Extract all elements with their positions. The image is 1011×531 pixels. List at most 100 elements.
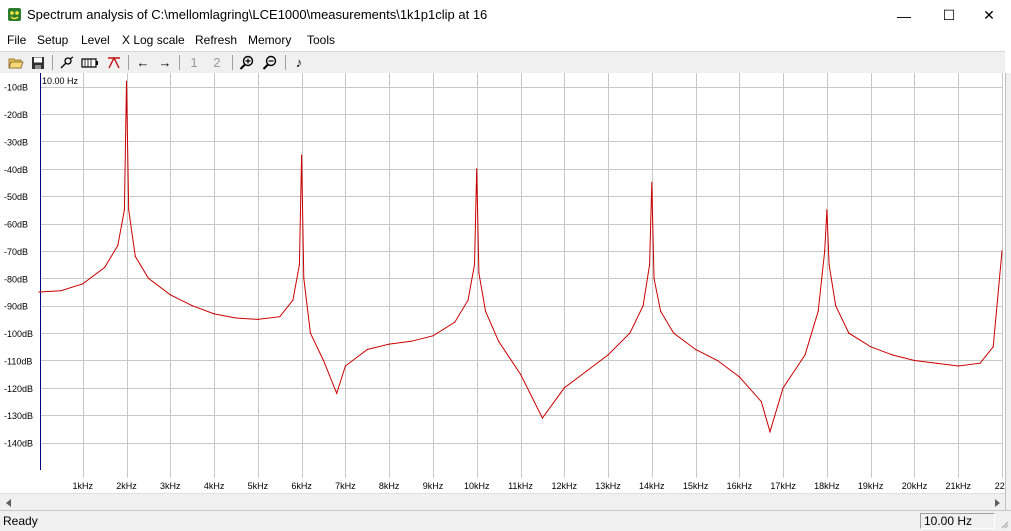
zoom-in-button[interactable]	[237, 53, 257, 72]
x-tick-label: 12kHz	[552, 481, 578, 491]
cursor-readout: 10.00 Hz	[42, 76, 79, 86]
x-tick-label: 14kHz	[639, 481, 665, 491]
music-note-icon: ♪	[295, 55, 303, 70]
spectrum-point	[60, 290, 62, 292]
menu-level[interactable]: Level	[79, 32, 112, 48]
x-tick-label: 5kHz	[248, 481, 269, 491]
minimize-button[interactable]: —	[881, 0, 927, 31]
spectrum-chart[interactable]: -10dB -20dB -30dB -40dB -50dB -60dB -70dB -80dB…	[0, 73, 1010, 493]
battery-icon	[81, 57, 98, 68]
toolbar-separator	[128, 55, 129, 70]
menu-bar: File Setup Level X Log scale Refresh Mem…	[0, 31, 1011, 51]
spectrum-point	[769, 431, 771, 433]
title-bar: Spectrum analysis of C:\mellomlagring\LC…	[0, 0, 1011, 31]
spectrum-point	[651, 181, 653, 184]
spectrum-point	[957, 365, 959, 367]
x-tick-label: 19kHz	[858, 481, 884, 491]
spectrum-point	[716, 359, 719, 362]
save-button[interactable]	[28, 53, 48, 72]
toolbar-separator	[179, 55, 180, 70]
spectrum-point	[213, 313, 215, 315]
x-tick-label: 1kHz	[73, 481, 94, 491]
spectrum-point	[432, 335, 434, 337]
spectrum-point	[484, 310, 487, 312]
x-tick-label: 4kHz	[204, 481, 225, 491]
spectrum-point	[498, 340, 500, 342]
spectrum-point	[835, 305, 837, 307]
forward-arrow-icon: →	[158, 55, 172, 70]
y-tick-label: -140dB	[4, 439, 33, 449]
sound-button[interactable]: ♪	[289, 53, 309, 72]
spectrum-point	[782, 387, 784, 389]
spectrum-point	[642, 305, 644, 307]
spectrum-point	[467, 299, 469, 301]
y-tick-label: -90dB	[4, 302, 28, 312]
y-tick-label: -120dB	[4, 384, 33, 394]
y-tick-label: -70dB	[4, 247, 28, 257]
scroll-right-icon	[994, 498, 1000, 507]
spectrum-point	[476, 168, 478, 170]
menu-refresh[interactable]: Refresh	[193, 32, 239, 48]
spectrum-point	[519, 373, 522, 375]
spectrum-point	[303, 277, 305, 279]
menu-tools[interactable]: Tools	[305, 32, 337, 48]
y-tick-label: -110dB	[4, 356, 32, 366]
status-bar: Ready 10.00 Hz	[0, 510, 1011, 531]
menu-setup[interactable]: Setup	[35, 32, 70, 48]
battery-button[interactable]	[80, 53, 100, 72]
open-button[interactable]	[6, 53, 26, 72]
x-tick-label: 21kHz	[945, 481, 971, 491]
y-tick-label: -100dB	[4, 329, 33, 339]
spectrum-point	[979, 362, 981, 364]
channel-1-button[interactable]: 1	[184, 53, 204, 72]
spectrum-point	[992, 346, 994, 348]
probe-icon	[60, 55, 74, 68]
toolbar-separator	[52, 55, 53, 70]
menu-memory[interactable]: Memory	[246, 32, 293, 48]
spectrum-point	[147, 277, 149, 279]
spectrum-point	[322, 359, 325, 362]
spectrum-point	[585, 370, 587, 372]
zoom-out-button[interactable]	[260, 53, 280, 72]
spectrum-point	[117, 244, 119, 247]
spectrum-point	[309, 332, 311, 334]
minimize-icon: —	[897, 7, 911, 24]
menu-x-log-scale[interactable]: X Log scale	[120, 32, 187, 48]
horizontal-scrollbar[interactable]	[0, 493, 1005, 511]
spectrum-point	[388, 343, 390, 345]
spectrum-point	[738, 376, 741, 378]
probe-button[interactable]	[57, 53, 77, 72]
toolbar-separator	[232, 55, 233, 70]
spectrum-trace	[38, 81, 1003, 434]
scroll-right-button[interactable]	[988, 494, 1005, 511]
spectrum-point	[82, 283, 84, 285]
y-tick-label: -60dB	[4, 220, 28, 230]
back-button[interactable]: ←	[133, 53, 153, 72]
spectrum-plot[interactable]: -10dB -20dB -30dB -40dB -50dB -60dB -70dB -80dB…	[0, 73, 1010, 493]
scroll-left-button[interactable]	[0, 494, 17, 511]
spectrum-point	[134, 255, 136, 257]
zoom-out-icon	[262, 55, 277, 70]
close-button[interactable]: ✕	[966, 0, 1011, 31]
status-text: Ready	[3, 514, 38, 528]
back-arrow-icon: ←	[136, 55, 150, 70]
menu-file[interactable]: File	[5, 32, 28, 48]
x-tick-label: 7kHz	[335, 481, 356, 491]
spectrum-point	[128, 209, 130, 211]
maximize-icon: ☐	[942, 7, 956, 23]
open-folder-icon	[8, 58, 24, 68]
channel-2-button[interactable]: 2	[207, 53, 227, 72]
x-tick-label: 18kHz	[814, 481, 840, 491]
forward-button[interactable]: →	[155, 53, 175, 72]
save-disk-icon	[32, 56, 44, 69]
spectrum-point	[870, 346, 872, 348]
resize-grip-icon[interactable]	[999, 519, 1009, 529]
x-tick-label: 8kHz	[379, 481, 400, 491]
x-tick-label: 15kHz	[683, 481, 709, 491]
spectrum-point	[828, 264, 830, 266]
marker-button[interactable]	[104, 53, 124, 72]
spectrum-point	[235, 317, 237, 319]
spectrum-point	[298, 264, 300, 266]
spectrum-point	[817, 310, 819, 312]
y-tick-label: -10dB	[4, 83, 28, 93]
